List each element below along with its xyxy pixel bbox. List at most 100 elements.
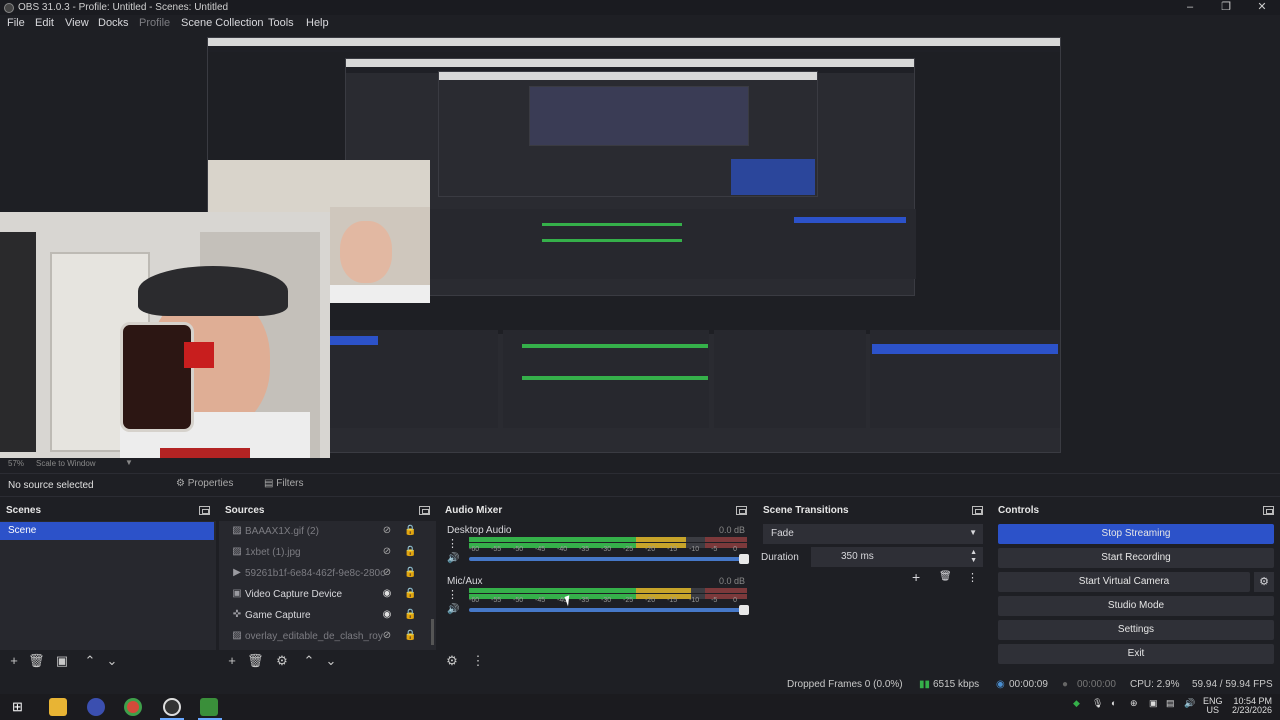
minimize-button[interactable]: – <box>1172 0 1208 15</box>
meter-tick-label: 0 <box>733 597 737 604</box>
properties-button[interactable]: ⚙ Properties <box>176 478 233 494</box>
windows-start-icon[interactable]: ⊞ <box>12 699 23 715</box>
remove-source-button[interactable]: 🗑 <box>247 653 264 669</box>
transition-menu-icon[interactable]: ⋮ <box>967 571 978 584</box>
file-explorer-icon[interactable] <box>49 698 67 716</box>
menu-tools[interactable]: Tools <box>268 17 294 29</box>
meter-tick-label: -30 <box>601 546 612 553</box>
menu-scene-collection[interactable]: Scene Collection <box>181 17 264 29</box>
source-row[interactable]: ✜ Game Capture ◉ 🔒 <box>219 605 430 626</box>
move-source-up-button[interactable]: ⌃ <box>301 653 317 669</box>
source-row[interactable]: ▨ overlay_editable_de_clash_roy ⊘ 🔒 <box>219 626 430 647</box>
meter-tick-label: -25 <box>623 546 634 553</box>
menu-view[interactable]: View <box>65 17 89 29</box>
record-icon: ● <box>1062 679 1069 690</box>
transition-select[interactable]: Fade ▼ <box>763 524 983 544</box>
meter-tick-label: -40 <box>557 546 568 553</box>
zoom-level: 57% <box>8 459 25 468</box>
dropped-frames: Dropped Frames 0 (0.0%) <box>787 679 903 690</box>
tray-icon[interactable]: ◐ <box>1111 698 1116 708</box>
scene-transitions-title: Scene Transitions <box>763 505 849 516</box>
language-indicator[interactable]: ENG US <box>1203 697 1223 715</box>
add-source-button[interactable]: + <box>224 653 240 669</box>
chevron-down-icon[interactable]: ▼ <box>125 458 133 467</box>
app-icon[interactable] <box>87 698 105 716</box>
virtual-camera-gear-icon[interactable]: ⚙ <box>1254 572 1274 592</box>
lock-icon[interactable]: 🔒 <box>404 546 416 558</box>
filters-button[interactable]: ▤ Filters <box>264 478 303 494</box>
lock-icon[interactable]: 🔒 <box>404 588 416 600</box>
network-icon[interactable]: ▤ <box>1166 698 1175 709</box>
audio-meter <box>469 588 747 593</box>
audio-settings-icon[interactable]: ⚙ <box>444 653 460 669</box>
volume-slider[interactable] <box>469 605 749 615</box>
scene-transitions-dock: Scene Transitions Fade ▼ Duration 350 ms… <box>757 502 989 672</box>
studio-mode-button[interactable]: Studio Mode <box>998 596 1274 616</box>
app-icon[interactable] <box>200 698 218 716</box>
exit-button[interactable]: Exit <box>998 644 1274 664</box>
source-row[interactable]: ▣ Video Capture Device ◉ 🔒 <box>219 584 430 605</box>
kebab-menu-icon[interactable]: ⋮ <box>447 588 458 601</box>
source-row[interactable]: ▨ BAAAX1X.gif (2) ⊘ 🔒 <box>219 521 430 542</box>
remove-scene-button[interactable]: 🗑 <box>28 653 45 669</box>
lock-icon[interactable]: 🔒 <box>404 609 416 621</box>
scene-item[interactable]: Scene <box>0 522 214 540</box>
visibility-icon[interactable]: ◉ <box>380 588 394 600</box>
scale-to-window-select[interactable]: Scale to Window <box>36 459 96 468</box>
visibility-hidden-icon[interactable]: ⊘ <box>380 546 394 558</box>
tray-icon[interactable]: ⊕ <box>1130 698 1138 709</box>
menu-profile[interactable]: Profile <box>139 17 170 29</box>
move-scene-up-button[interactable]: ⌃ <box>82 653 98 669</box>
lock-icon[interactable]: 🔒 <box>404 567 416 579</box>
chrome-icon[interactable] <box>124 698 142 716</box>
tray-icon[interactable]: ▣ <box>1149 698 1158 709</box>
source-row[interactable]: ▶ 59261b1f-6e84-462f-9e8c-280c ⊘ 🔒 <box>219 563 430 584</box>
mixer-menu-icon[interactable]: ⋮ <box>470 653 486 669</box>
mic-icon[interactable]: 🎙 <box>1092 698 1103 709</box>
kebab-menu-icon[interactable]: ⋮ <box>447 537 458 550</box>
scene-filters-button[interactable]: ▣ <box>54 653 70 669</box>
add-transition-button[interactable]: + <box>912 569 920 585</box>
duration-input[interactable]: 350 ms ▲ ▼ <box>811 547 983 567</box>
undock-icon[interactable] <box>1263 506 1274 515</box>
visibility-hidden-icon[interactable]: ⊘ <box>380 630 394 642</box>
meter-scale: -60 -55 -50 -45 -40 -35 -30 -25 -20 -15 -10 -5 0 <box>469 597 747 605</box>
undock-icon[interactable] <box>419 506 430 515</box>
image-icon: ▨ <box>232 546 242 557</box>
menu-file[interactable]: File <box>7 17 25 29</box>
speaker-icon[interactable]: 🔊 <box>447 604 459 615</box>
stop-streaming-button[interactable]: Stop Streaming <box>998 524 1274 544</box>
sources-scrollbar[interactable] <box>431 619 434 645</box>
undock-icon[interactable] <box>199 506 210 515</box>
maximize-button[interactable]: ❐ <box>1208 0 1244 15</box>
start-virtual-camera-button[interactable]: Start Virtual Camera <box>998 572 1250 592</box>
clock[interactable]: 10:54 PM 2/23/2026 <box>1232 697 1272 715</box>
clock-date: 2/23/2026 <box>1232 705 1273 715</box>
filters-label: Filters <box>276 478 304 489</box>
add-scene-button[interactable]: + <box>6 653 22 669</box>
move-scene-down-button[interactable]: ⌄ <box>104 653 120 669</box>
start-recording-button[interactable]: Start Recording <box>998 548 1274 568</box>
lock-icon[interactable]: 🔒 <box>404 525 416 537</box>
menu-help[interactable]: Help <box>306 17 329 29</box>
visibility-hidden-icon[interactable]: ⊘ <box>380 525 394 537</box>
menu-edit[interactable]: Edit <box>35 17 54 29</box>
move-source-down-button[interactable]: ⌄ <box>323 653 339 669</box>
lock-icon[interactable]: 🔒 <box>404 630 416 642</box>
tray-icon[interactable]: ◆ <box>1073 698 1080 709</box>
preview-canvas[interactable] <box>0 32 1280 458</box>
menu-docks[interactable]: Docks <box>98 17 129 29</box>
undock-icon[interactable] <box>972 506 983 515</box>
volume-icon[interactable]: 🔊 <box>1184 698 1195 709</box>
undock-icon[interactable] <box>736 506 747 515</box>
source-row[interactable]: ▨ 1xbet (1).jpg ⊘ 🔒 <box>219 542 430 563</box>
visibility-icon[interactable]: ◉ <box>380 609 394 621</box>
source-properties-button[interactable]: ⚙ <box>274 653 290 669</box>
settings-button[interactable]: Settings <box>998 620 1274 640</box>
volume-slider[interactable] <box>469 554 749 564</box>
remove-transition-button[interactable]: 🗑 <box>939 571 952 582</box>
close-button[interactable]: ✕ <box>1244 0 1280 15</box>
speaker-icon[interactable]: 🔊 <box>447 553 459 564</box>
visibility-hidden-icon[interactable]: ⊘ <box>380 567 394 579</box>
obs-icon[interactable] <box>163 698 181 716</box>
